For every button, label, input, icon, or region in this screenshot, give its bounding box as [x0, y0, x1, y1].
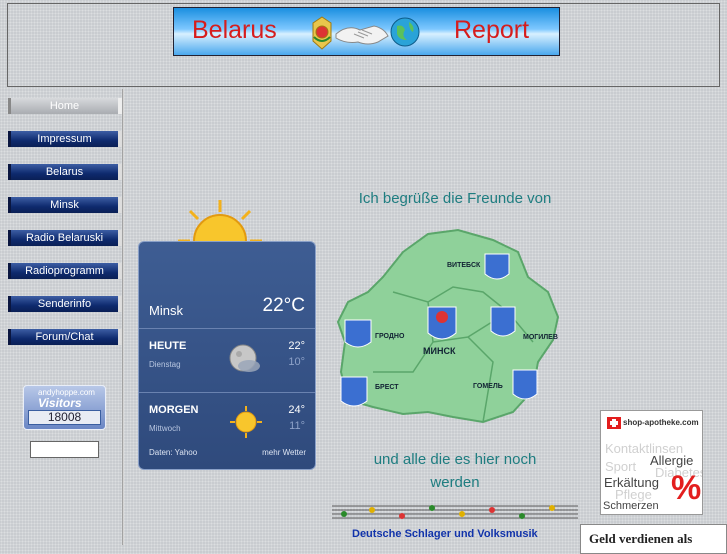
sidebar-input-box[interactable] [30, 441, 99, 458]
shop-logo-icon [607, 417, 621, 429]
ad-brand: shop-apotheke.com [623, 418, 699, 427]
nav-minsk[interactable]: Minsk [8, 197, 122, 213]
map-label-grodno: ГРОДНО [375, 333, 405, 340]
nav-senderinfo[interactable]: Senderinfo [8, 296, 122, 312]
music-link[interactable]: Deutsche Schlager und Volksmusik [352, 528, 538, 540]
grodno-crest-icon [344, 319, 372, 348]
weather-tomorrow-day: Mittwoch [149, 424, 181, 433]
weather-today-low: 10° [288, 356, 305, 368]
map-label-brest: БРЕСТ [375, 384, 399, 391]
nav-belarus[interactable]: Belarus [8, 164, 122, 180]
weather-divider [139, 328, 315, 329]
ad-word-allergie: Allergie [650, 453, 694, 468]
music-notes-banner [332, 505, 578, 519]
pharmacy-ad[interactable]: shop-apotheke.com Kontaktlinsen Sport Di… [600, 410, 703, 515]
weather-tomorrow-label: MORGEN [149, 404, 199, 416]
weather-tomorrow-low: 11° [289, 420, 305, 432]
weather-divider [139, 392, 315, 393]
visitor-counter[interactable]: andyhoppe.com Visitors 18008 [23, 385, 106, 430]
weather-city: Minsk [149, 303, 183, 318]
sun-icon [230, 406, 262, 438]
banner-title-right: Report [454, 16, 530, 44]
nav-home[interactable]: Home [8, 98, 122, 114]
earn-money-banner[interactable]: Geld verdienen als [580, 524, 727, 554]
map-label-mogilev: МОГИЛЕВ [523, 334, 558, 341]
site-banner[interactable]: Belarus Report [173, 7, 560, 56]
friends-line-1: und alle die es hier noch [373, 451, 537, 468]
nav-impressum[interactable]: Impressum [8, 131, 122, 147]
weather-today-label: HEUTE [149, 340, 187, 352]
gomel-crest-icon [512, 369, 538, 400]
friends-line-2: werden [430, 474, 480, 491]
weather-source: Daten: Yahoo [149, 448, 198, 457]
sidebar-divider [122, 89, 124, 545]
weather-tomorrow-high: 24° [288, 404, 305, 416]
counter-value: 18008 [28, 410, 101, 425]
ad-word-schmerzen: Schmerzen [603, 500, 659, 512]
banner-title-left: Belarus [192, 16, 277, 44]
ad-percent-symbol: % [671, 469, 702, 507]
friends-text: und alle die es hier noch werden [345, 448, 565, 494]
mogilev-crest-icon [490, 306, 516, 337]
nav-radio-belaruski[interactable]: Radio Belaruski [8, 230, 122, 246]
weather-more-link[interactable]: mehr Wetter [262, 448, 306, 457]
ad-bg-word: Sport [605, 459, 637, 474]
weather-today-day: Dienstag [149, 360, 181, 369]
handshake-icon [335, 25, 389, 45]
map-label-gomel: ГОМЕЛЬ [473, 383, 503, 390]
brest-crest-icon [340, 376, 368, 407]
greeting-text: Ich begrüße die Freunde von [358, 190, 552, 207]
weather-widget[interactable]: Minsk 22°C HEUTE Dienstag 22° 10° MORGEN… [138, 241, 316, 470]
nav-radioprogramm[interactable]: Radioprogramm [8, 263, 122, 279]
map-label-vitebsk: ВИТЕБСК [447, 262, 481, 269]
weather-current-temp: 22°C [262, 295, 305, 316]
ad-word-erkaeltung: Erkältung [604, 475, 659, 490]
moon-cloud-icon [229, 344, 260, 372]
weather-today-high: 22° [288, 340, 305, 352]
vitebsk-crest-icon [484, 253, 510, 280]
belarus-map: ВИТЕБСК ГРОДНО МИНСК МОГИЛЕВ БРЕСТ ГОМЕЛ… [336, 228, 560, 424]
belarus-emblem-icon [312, 16, 332, 50]
map-label-minsk: МИНСК [423, 346, 456, 356]
nav-forum-chat[interactable]: Forum/Chat [8, 329, 122, 345]
globe-icon [390, 17, 420, 47]
counter-label: Visitors [38, 396, 82, 410]
